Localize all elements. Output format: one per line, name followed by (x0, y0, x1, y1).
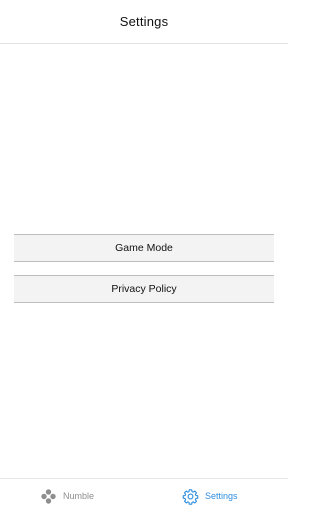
privacy-policy-button[interactable]: Privacy Policy (14, 275, 274, 303)
game-mode-label: Game Mode (115, 242, 173, 254)
nav-header: Settings (0, 0, 288, 44)
gear-icon (182, 488, 199, 505)
page-title: Settings (119, 14, 169, 29)
tab-numble[interactable]: Numble (40, 479, 94, 512)
tab-bar: Numble Settings (0, 478, 288, 512)
privacy-policy-label: Privacy Policy (111, 283, 177, 295)
tab-settings[interactable]: Settings (182, 479, 238, 512)
game-mode-button[interactable]: Game Mode (14, 234, 274, 262)
tab-numble-label: Numble (63, 491, 95, 501)
settings-screen: Settings Game Mode Privacy Policy Numble (0, 0, 288, 512)
tab-settings-label: Settings (205, 491, 238, 501)
gamepad-dots-icon (40, 488, 57, 505)
